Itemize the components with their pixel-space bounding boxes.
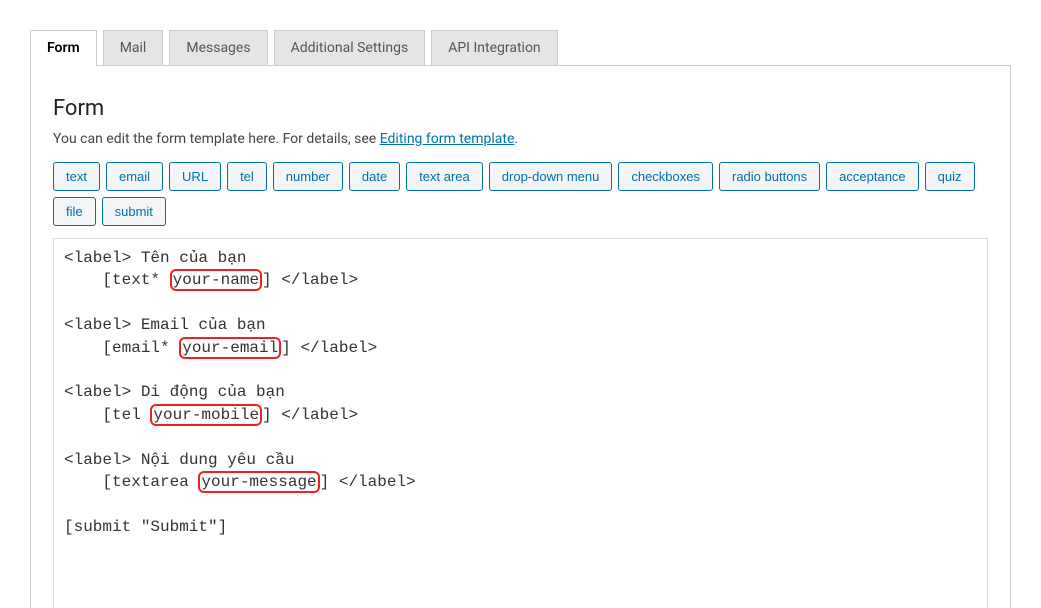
- tag-textarea-button[interactable]: text area: [406, 162, 483, 191]
- tag-checkboxes-button[interactable]: checkboxes: [618, 162, 713, 191]
- code-line: [submit "Submit"]: [64, 518, 227, 536]
- tag-number-button[interactable]: number: [273, 162, 343, 191]
- code-line: [tel: [64, 406, 150, 424]
- form-template-editor[interactable]: <label> Tên của bạn [text* your-name] </…: [53, 238, 988, 608]
- code-line: [textarea: [64, 473, 198, 491]
- code-line: ] </label>: [262, 271, 358, 289]
- tab-form[interactable]: Form: [30, 30, 97, 66]
- tag-date-button[interactable]: date: [349, 162, 400, 191]
- tag-email-button[interactable]: email: [106, 162, 163, 191]
- code-line: [email*: [64, 339, 179, 357]
- tag-tel-button[interactable]: tel: [227, 162, 267, 191]
- tag-file-button[interactable]: file: [53, 197, 96, 226]
- tag-button-row: text email URL tel number date text area…: [53, 162, 988, 226]
- tab-mail[interactable]: Mail: [103, 30, 164, 65]
- tag-quiz-button[interactable]: quiz: [925, 162, 975, 191]
- highlight-your-mobile: your-mobile: [150, 404, 262, 426]
- tab-api-integration[interactable]: API Integration: [431, 30, 557, 65]
- code-line: ] </label>: [320, 473, 416, 491]
- highlight-your-message: your-message: [198, 471, 319, 493]
- code-line: [text*: [64, 271, 170, 289]
- code-line: ] </label>: [281, 339, 377, 357]
- form-panel: Form You can edit the form template here…: [30, 65, 1011, 608]
- tab-additional-settings[interactable]: Additional Settings: [274, 30, 426, 65]
- code-line: <label> Nội dung yêu cầu: [64, 451, 294, 469]
- tab-bar: Form Mail Messages Additional Settings A…: [30, 30, 1011, 65]
- code-line: <label> Di động của bạn: [64, 383, 285, 401]
- highlight-your-email: your-email: [179, 337, 281, 359]
- code-line: <label> Email của bạn: [64, 316, 266, 334]
- code-line: ] </label>: [262, 406, 358, 424]
- tag-radiobuttons-button[interactable]: radio buttons: [719, 162, 820, 191]
- code-line: <label> Tên của bạn: [64, 249, 246, 267]
- subline-text: You can edit the form template here. For…: [53, 131, 380, 147]
- subline-suffix: .: [514, 131, 518, 147]
- tag-acceptance-button[interactable]: acceptance: [826, 162, 919, 191]
- tag-text-button[interactable]: text: [53, 162, 100, 191]
- tab-messages[interactable]: Messages: [169, 30, 267, 65]
- tag-dropdown-button[interactable]: drop-down menu: [489, 162, 613, 191]
- tag-submit-button[interactable]: submit: [102, 197, 166, 226]
- panel-title: Form: [53, 96, 988, 121]
- panel-subline: You can edit the form template here. For…: [53, 131, 988, 147]
- tag-url-button[interactable]: URL: [169, 162, 221, 191]
- editing-template-link[interactable]: Editing form template: [380, 131, 515, 147]
- highlight-your-name: your-name: [170, 269, 262, 291]
